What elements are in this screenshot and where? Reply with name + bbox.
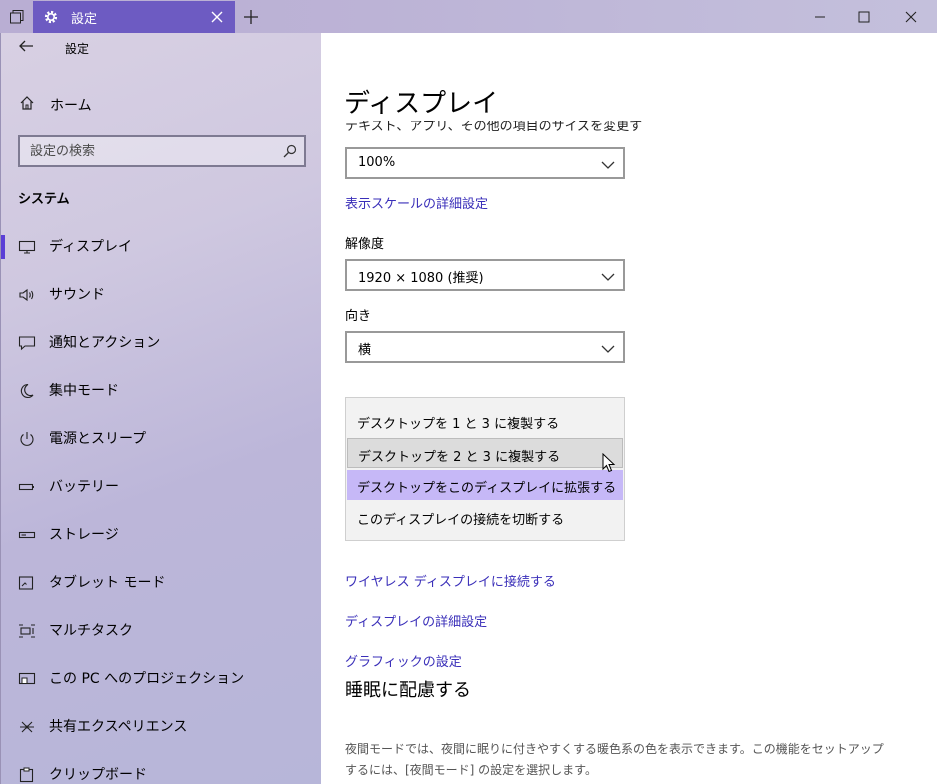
menu-option-extend[interactable]: デスクトップをこのディスプレイに拡張する (347, 470, 623, 500)
multiple-displays-menu: デスクトップを 1 と 3 に複製する デスクトップを 2 と 3 に複製する … (345, 397, 625, 541)
selection-indicator (1, 235, 5, 259)
notification-icon (18, 335, 36, 351)
new-tab-button[interactable] (240, 6, 262, 28)
advanced-display-link[interactable]: ディスプレイの詳細設定 (345, 611, 487, 630)
sidebar-item-power-sleep[interactable]: 電源とスリープ (1, 415, 322, 463)
menu-option-duplicate-2-3[interactable]: デスクトップを 2 と 3 に複製する (347, 438, 623, 468)
minimize-button[interactable] (797, 0, 843, 33)
maximize-button[interactable] (841, 0, 887, 33)
orientation-label: 向き (345, 309, 372, 324)
scale-label: テキスト、アプリ、その他の項目のサイズを変更する (345, 121, 643, 131)
home-icon (19, 95, 35, 115)
title-bar: 設定 (0, 0, 937, 33)
sidebar-item-display[interactable]: ディスプレイ (1, 223, 322, 271)
section-title: システム (18, 192, 70, 207)
system-nav-list: ディスプレイ サウンド 通知とアクション 集中モード 電源とスリープ バッテリー… (1, 223, 322, 784)
resolution-value: 1920 × 1080 (推奨) (358, 271, 484, 286)
sidebar-item-label: バッテリー (49, 479, 119, 495)
sidebar-item-label: マルチタスク (49, 623, 133, 639)
settings-tab[interactable]: 設定 (33, 1, 235, 33)
sidebar-item-label: 共有エクスペリエンス (49, 719, 188, 735)
gear-icon (43, 9, 59, 25)
monitor-icon (18, 239, 36, 255)
sidebar-item-label: この PC へのプロジェクション (49, 671, 245, 687)
scale-advanced-link[interactable]: 表示スケールの詳細設定 (345, 193, 488, 212)
sidebar-item-label: ストレージ (49, 527, 119, 543)
resolution-label: 解像度 (345, 237, 385, 252)
menu-option-disconnect[interactable]: このディスプレイの接続を切断する (347, 502, 623, 532)
multitask-icon (18, 623, 36, 639)
sidebar-item-clipboard[interactable]: クリップボード (1, 751, 322, 784)
clipboard-icon (18, 767, 36, 783)
sidebar-item-notifications[interactable]: 通知とアクション (1, 319, 322, 367)
share-icon (18, 719, 36, 735)
search-input[interactable] (30, 142, 270, 160)
projection-icon (18, 671, 36, 687)
tablet-icon (18, 575, 36, 591)
chevron-down-icon (601, 342, 615, 353)
sidebar-item-focus-assist[interactable]: 集中モード (1, 367, 322, 415)
orientation-value: 横 (358, 343, 372, 358)
night-mode-description: 夜間モードでは、夜間に眠りに付きやすくする暖色系の色を表示できます。この機能をセ… (345, 742, 884, 777)
settings-search-box (18, 135, 306, 167)
sidebar-item-label: 通知とアクション (49, 335, 161, 351)
power-icon (18, 431, 36, 447)
sidebar-item-label: クリップボード (49, 767, 147, 783)
main-content: ディスプレイ テキスト、アプリ、その他の項目のサイズを変更する 100% 表示ス… (321, 33, 937, 784)
menu-option-duplicate-1-3[interactable]: デスクトップを 1 と 3 に複製する (347, 406, 623, 436)
sidebar-item-battery[interactable]: バッテリー (1, 463, 322, 511)
sidebar-item-label: サウンド (49, 287, 105, 303)
sidebar-item-tablet-mode[interactable]: タブレット モード (1, 559, 322, 607)
scale-dropdown[interactable]: 100% (345, 147, 625, 179)
mouse-cursor-icon (602, 452, 616, 473)
moon-icon (18, 383, 36, 399)
app-title: 設定 (65, 42, 90, 56)
resolution-dropdown[interactable]: 1920 × 1080 (推奨) (345, 259, 625, 291)
chevron-down-icon (601, 270, 615, 281)
scale-value: 100% (358, 155, 396, 170)
sidebar-item-storage[interactable]: ストレージ (1, 511, 322, 559)
sidebar-item-sound[interactable]: サウンド (1, 271, 322, 319)
home-nav-item[interactable]: ホーム (19, 93, 92, 117)
sidebar-item-projection[interactable]: この PC へのプロジェクション (1, 655, 322, 703)
chevron-down-icon (601, 158, 615, 169)
sidebar-item-label: タブレット モード (49, 575, 166, 591)
sidebar-item-multitasking[interactable]: マルチタスク (1, 607, 322, 655)
task-switcher-icon[interactable] (0, 0, 33, 33)
search-icon[interactable] (282, 143, 298, 159)
sidebar-item-label: ディスプレイ (49, 239, 133, 255)
sidebar-item-label: 集中モード (49, 383, 119, 399)
close-tab-icon[interactable] (209, 9, 225, 25)
speaker-icon (18, 287, 36, 303)
back-arrow-icon[interactable] (17, 39, 35, 53)
graphics-settings-link[interactable]: グラフィックの設定 (345, 651, 462, 670)
battery-icon (18, 479, 36, 495)
sidebar: 設定 ホーム システム ディスプレイ サウンド (0, 33, 321, 784)
home-label: ホーム (50, 98, 92, 114)
sidebar-item-shared-experiences[interactable]: 共有エクスペリエンス (1, 703, 322, 751)
tab-title: 設定 (71, 12, 98, 27)
storage-icon (18, 527, 36, 543)
sidebar-item-label: 電源とスリープ (49, 431, 147, 447)
orientation-dropdown[interactable]: 横 (345, 331, 625, 363)
close-window-button[interactable] (888, 0, 934, 33)
page-title: ディスプレイ (344, 89, 499, 119)
sleep-heading: 睡眠に配慮する (345, 680, 471, 701)
wireless-display-link[interactable]: ワイヤレス ディスプレイに接続する (345, 571, 556, 590)
